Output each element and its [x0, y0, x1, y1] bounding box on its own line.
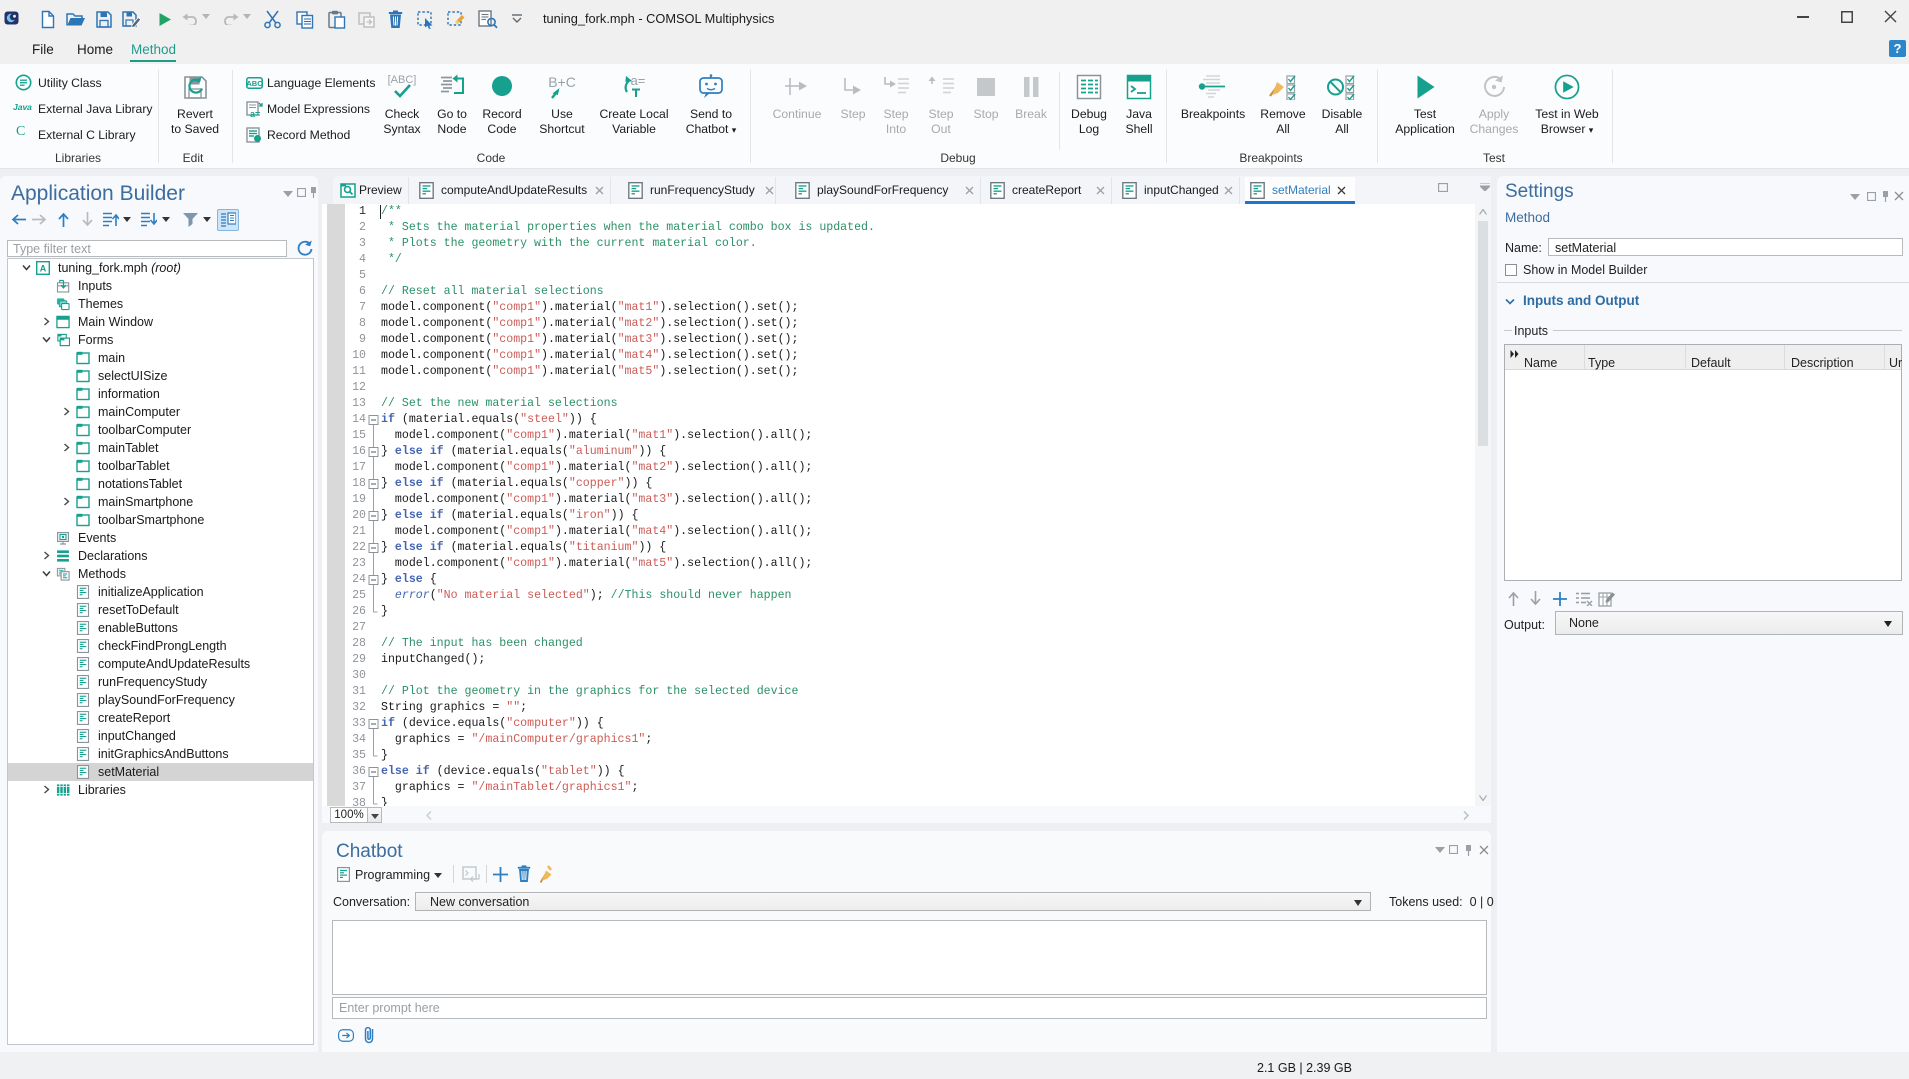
svg-text:a=: a= [250, 109, 260, 118]
svg-text:ABC: ABC [246, 79, 263, 88]
svg-text:A: A [40, 264, 47, 274]
svg-text:[ABC]: [ABC] [388, 74, 417, 86]
svg-text:a=: a= [631, 74, 646, 88]
svg-text:B+C: B+C [548, 74, 576, 90]
